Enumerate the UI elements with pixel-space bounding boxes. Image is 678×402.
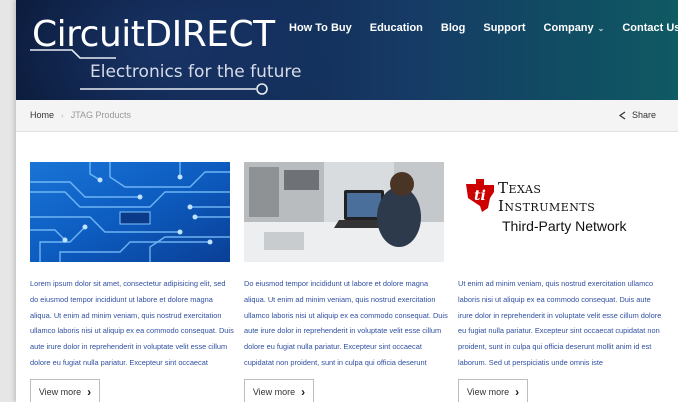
view-more-button[interactable]: View more › <box>244 379 314 402</box>
share-icon <box>618 111 626 119</box>
card-image-circuit-board[interactable] <box>30 162 230 262</box>
nav-blog[interactable]: Blog <box>432 22 474 34</box>
chevron-right-icon: › <box>515 385 520 399</box>
view-more-button[interactable]: View more › <box>458 379 528 402</box>
product-card-2: Do eiusmod tempor incididunt ut labore e… <box>244 162 448 402</box>
nav-contact-us[interactable]: Contact Us <box>613 22 678 34</box>
texas-instruments-logo-icon: ti <box>466 179 494 212</box>
nav-label: Company <box>543 22 594 34</box>
button-label: View more <box>466 387 510 397</box>
card-image-engineer-laptop[interactable] <box>244 162 444 262</box>
breadcrumb: Home › JTAG Products <box>30 110 131 120</box>
main-nav: How To Buy Education Blog Support Compan… <box>280 22 678 34</box>
circuit-board-image <box>30 162 230 262</box>
chevron-right-icon: › <box>87 385 92 399</box>
chevron-right-icon: › <box>301 385 306 399</box>
card-description: Ut enim ad minim veniam, quis nostrud ex… <box>458 279 662 367</box>
nav-label: Blog <box>440 22 466 34</box>
site-header: CircuitDIRECT Electronics for the future… <box>16 0 678 100</box>
nav-label: Education <box>369 22 423 34</box>
svg-text:ti: ti <box>474 188 486 204</box>
nav-label: Contact Us <box>622 22 678 34</box>
page: CircuitDIRECT Electronics for the future… <box>16 0 678 402</box>
view-more-button[interactable]: View more › <box>30 379 100 402</box>
ti-logo-tagline: Third-Party Network <box>502 218 627 234</box>
breadcrumb-home[interactable]: Home <box>30 110 54 120</box>
nav-label: How To Buy <box>289 22 352 34</box>
button-label: View more <box>252 387 296 397</box>
product-card-1: Lorem ipsum dolor sit amet, consectetur … <box>30 162 234 402</box>
nav-company[interactable]: Company ⌄ <box>535 22 614 34</box>
breadcrumb-current: JTAG Products <box>70 110 132 120</box>
breadcrumb-separator-icon: › <box>61 110 64 120</box>
brand-logo[interactable]: CircuitDIRECT <box>32 14 275 55</box>
card-image-ti-logo[interactable]: ti Texas Instruments Third-Party Network <box>458 162 658 262</box>
chevron-down-icon: ⌄ <box>597 23 605 33</box>
nav-label: Support <box>483 22 526 34</box>
card-description: Lorem ipsum dolor sit amet, consectetur … <box>30 279 234 367</box>
button-label: View more <box>38 387 82 397</box>
share-label: Share <box>631 110 656 120</box>
engineer-laptop-image <box>244 162 444 262</box>
brand-tagline: Electronics for the future <box>90 62 302 82</box>
product-card-3: ti Texas Instruments Third-Party Network… <box>458 162 661 402</box>
nav-education[interactable]: Education <box>361 22 432 34</box>
ti-logo-text-line2: Instruments <box>498 197 596 215</box>
breadcrumb-bar: Home › JTAG Products Share <box>16 100 678 132</box>
share-button[interactable]: Share <box>618 110 656 120</box>
nav-support[interactable]: Support <box>474 22 534 34</box>
nav-how-to-buy[interactable]: How To Buy <box>280 22 361 34</box>
card-description: Do eiusmod tempor incididunt ut labore e… <box>244 279 448 367</box>
ti-logo-text-line1: Texas <box>498 179 542 197</box>
